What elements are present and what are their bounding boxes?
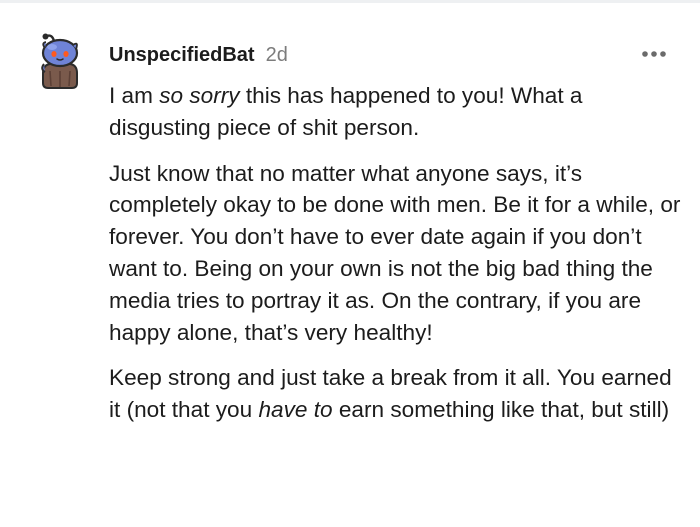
top-divider — [0, 0, 700, 3]
paragraph-1-emphasis: so sorry — [159, 83, 240, 108]
comment-body: I am so sorry this has happened to you! … — [109, 80, 684, 440]
paragraph-1-text-a: I am — [109, 83, 160, 108]
comment-timestamp: 2d — [265, 44, 288, 66]
comment-paragraph-1: I am so sorry this has happened to you! … — [109, 80, 684, 144]
author-username[interactable]: UnspecifiedBat — [109, 44, 255, 67]
comment-paragraph-3: Keep strong and just take a break from i… — [109, 362, 684, 426]
comment-paragraph-2: Just know that no matter what anyone say… — [109, 160, 681, 345]
more-options-button[interactable] — [636, 42, 672, 66]
comment-header: UnspecifiedBat 2d — [109, 44, 288, 70]
paragraph-3-text-b: earn something like that, but still) — [332, 397, 670, 423]
snoo-avatar-icon — [41, 33, 79, 89]
user-avatar[interactable] — [30, 31, 88, 89]
paragraph-3-emphasis: have to — [258, 397, 333, 423]
more-horizontal-icon — [642, 51, 666, 57]
